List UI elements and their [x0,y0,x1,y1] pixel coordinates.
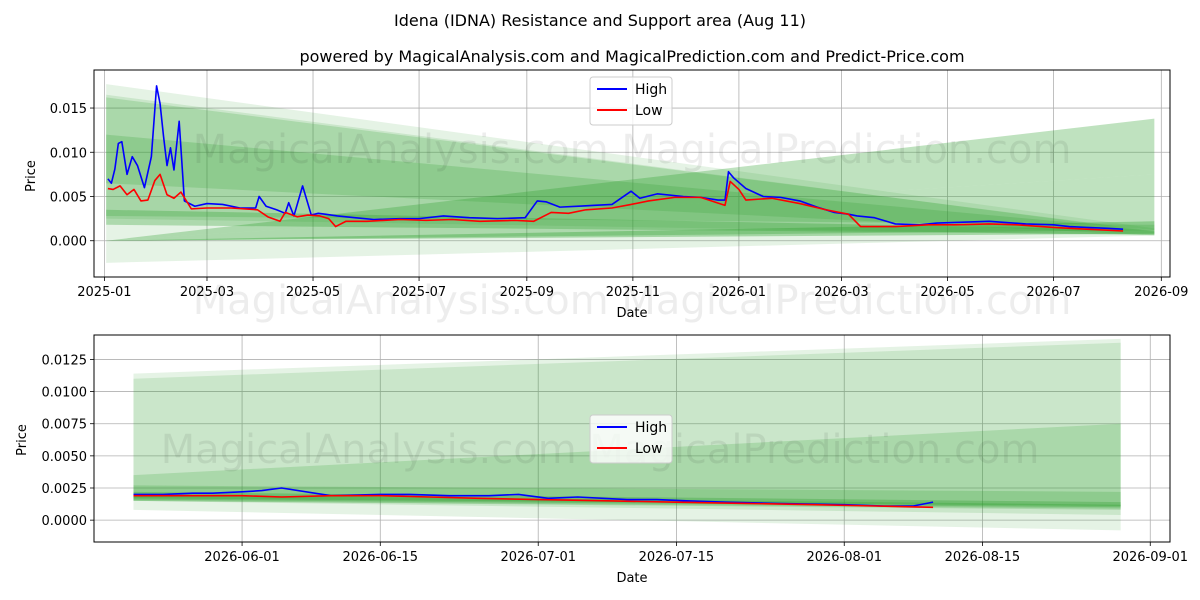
lower-x-tick-label: 2026-08-15 [945,550,1021,565]
upper-x-tick-label: 2026-05 [920,285,974,300]
upper-x-tick-label: 2026-09 [1134,285,1188,300]
upper-x-tick-label: 2025-03 [180,285,234,300]
legend-high-label: High [635,420,667,436]
legend-low-label: Low [635,441,663,457]
lower-y-tick-label: 0.0000 [42,514,88,529]
lower-x-axis-label: Date [616,571,647,586]
lower-x-tick-label: 2026-06-01 [204,550,280,565]
upper-x-tick-label: 2026-07 [1026,285,1080,300]
upper-y-tick-label: 0.015 [50,102,87,117]
upper-x-tick-label: 2026-03 [814,285,868,300]
lower-y-tick-label: 0.0100 [42,386,88,401]
lower-x-tick-label: 2026-06-15 [342,550,418,565]
figure-suptitle: Idena (IDNA) Resistance and Support area… [394,11,806,30]
upper-x-tick-label: 2025-09 [500,285,554,300]
upper-legend: High Low [589,76,673,126]
upper-x-tick-label: 2025-07 [392,285,446,300]
lower-legend: High Low [589,414,673,464]
lower-y-tick-label: 0.0025 [42,482,88,497]
upper-x-tick-label: 2026-01 [712,285,766,300]
upper-x-axis-label: Date [616,306,647,321]
watermark-upper-top: MagicalAnalysis.com MagicalPrediction.co… [193,127,1072,173]
upper-chart: powered by MagicalAnalysis.com and Magic… [24,47,1188,324]
lower-x-tick-label: 2026-07-01 [500,550,576,565]
legend-high-label: High [635,82,667,98]
lower-chart: MagicalAnalysis.com MagicalPrediction.co… [15,334,1188,586]
lower-y-tick-label: 0.0075 [42,418,88,433]
upper-x-tick-label: 2025-01 [77,285,131,300]
upper-y-tick-label: 0.000 [50,235,87,250]
upper-y-axis-label: Price [24,160,39,192]
lower-y-tick-label: 0.0050 [42,450,88,465]
upper-chart-title: powered by MagicalAnalysis.com and Magic… [299,47,964,66]
figure: Idena (IDNA) Resistance and Support area… [15,11,1188,586]
lower-x-tick-label: 2026-07-15 [639,550,715,565]
lower-y-tick-label: 0.0125 [42,353,88,368]
upper-x-tick-label: 2025-11 [606,285,660,300]
lower-y-axis-label: Price [15,424,30,456]
upper-x-tick-label: 2025-05 [286,285,340,300]
upper-y-tick-label: 0.010 [50,146,87,161]
lower-x-tick-label: 2026-09-01 [1112,550,1188,565]
upper-y-tick-label: 0.005 [50,191,87,206]
lower-x-tick-label: 2026-08-01 [806,550,882,565]
legend-low-label: Low [635,103,663,119]
